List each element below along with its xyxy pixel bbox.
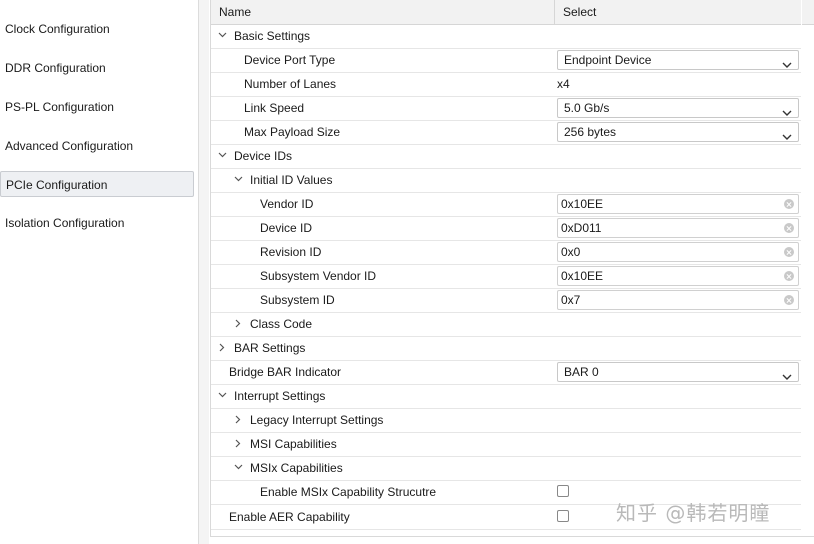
input-value: 0x10EE <box>561 197 604 211</box>
tree-row-class-code[interactable]: Class Code <box>211 312 801 337</box>
row-label: Revision ID <box>260 245 322 259</box>
tree-row-bridge-bar-indicator: Bridge BAR Indicator BAR 0 <box>211 360 801 385</box>
row-label: Subsystem ID <box>260 293 335 307</box>
tree-row-link-speed: Link Speed 5.0 Gb/s <box>211 96 801 121</box>
row-label: Number of Lanes <box>244 77 337 91</box>
row-label: Vendor ID <box>260 197 314 211</box>
row-label: Enable MSIx Capability Strucutre <box>260 485 437 499</box>
chevron-down-icon[interactable] <box>216 144 228 168</box>
row-label: Device IDs <box>234 149 293 163</box>
subsystem-vendor-id-input[interactable]: 0x10EE <box>557 266 799 286</box>
input-value: 0x10EE <box>561 269 604 283</box>
number-of-lanes-value: x4 <box>557 77 570 91</box>
chevron-right-icon[interactable] <box>216 336 228 360</box>
tree-row-subsystem-id: Subsystem ID 0x7 <box>211 288 801 313</box>
tree-row-number-of-lanes: Number of Lanes x4 <box>211 72 801 97</box>
tree-row-device-port-type: Device Port Type Endpoint Device <box>211 48 801 73</box>
tree-row-subsystem-vendor-id: Subsystem Vendor ID 0x10EE <box>211 264 801 289</box>
nav-item-pcie-configuration[interactable]: PCIe Configuration <box>0 171 194 197</box>
tree-row-basic-settings[interactable]: Basic Settings <box>211 24 801 49</box>
nav-item-clock-configuration[interactable]: Clock Configuration <box>0 16 194 42</box>
table-header: Name Select <box>211 0 801 25</box>
row-label: MSI Capabilities <box>250 437 337 451</box>
row-label: Link Speed <box>244 101 305 115</box>
column-header-select[interactable]: Select <box>563 0 596 24</box>
row-label: Interrupt Settings <box>234 389 326 403</box>
chevron-down-icon[interactable] <box>216 384 228 408</box>
device-port-type-select[interactable]: Endpoint Device <box>557 50 799 70</box>
enable-aer-capability-checkbox[interactable] <box>557 510 569 522</box>
chevron-right-icon[interactable] <box>232 432 244 456</box>
tree-row-initial-id-values[interactable]: Initial ID Values <box>211 168 801 193</box>
chevron-down-icon[interactable] <box>216 24 228 48</box>
chevron-right-icon[interactable] <box>232 312 244 336</box>
max-payload-size-select[interactable]: 256 bytes <box>557 122 799 142</box>
clear-icon[interactable] <box>784 223 794 233</box>
link-speed-select[interactable]: 5.0 Gb/s <box>557 98 799 118</box>
row-label: Class Code <box>250 317 313 331</box>
tree-row-msix-capabilities[interactable]: MSIx Capabilities <box>211 456 801 481</box>
tree-row-interrupt-settings[interactable]: Interrupt Settings <box>211 384 801 409</box>
tree-row-revision-id: Revision ID 0x0 <box>211 240 801 265</box>
row-label: Bridge BAR Indicator <box>229 365 342 379</box>
settings-tree-table: Name Select Basic Settings Device Port T… <box>210 0 814 537</box>
row-label: Enable AER Capability <box>229 510 350 524</box>
revision-id-input[interactable]: 0x0 <box>557 242 799 262</box>
select-value: 5.0 Gb/s <box>564 101 610 115</box>
clear-icon[interactable] <box>784 247 794 257</box>
tree-row-legacy-interrupt-settings[interactable]: Legacy Interrupt Settings <box>211 408 801 433</box>
nav-item-ps-pl-configuration[interactable]: PS-PL Configuration <box>0 94 194 120</box>
row-label: Basic Settings <box>234 29 311 43</box>
input-value: 0xD011 <box>561 221 602 235</box>
clear-icon[interactable] <box>784 199 794 209</box>
select-value: 256 bytes <box>564 125 617 139</box>
vendor-id-input[interactable]: 0x10EE <box>557 194 799 214</box>
select-value: Endpoint Device <box>564 53 652 67</box>
nav-item-advanced-configuration[interactable]: Advanced Configuration <box>0 133 194 159</box>
chevron-down-icon[interactable] <box>232 456 244 480</box>
subsystem-id-input[interactable]: 0x7 <box>557 290 799 310</box>
tree-row-max-payload-size: Max Payload Size 256 bytes <box>211 120 801 145</box>
header-corner <box>802 0 814 25</box>
device-id-input[interactable]: 0xD011 <box>557 218 799 238</box>
row-label: Subsystem Vendor ID <box>260 269 377 283</box>
row-label: Device Port Type <box>244 53 336 67</box>
input-value: 0x0 <box>561 245 581 259</box>
chevron-down-icon[interactable] <box>232 168 244 192</box>
tree-row-device-id: Device ID 0xD011 <box>211 216 801 241</box>
chevron-right-icon[interactable] <box>232 408 244 432</box>
row-label: Legacy Interrupt Settings <box>250 413 384 427</box>
row-label: Initial ID Values <box>250 173 333 187</box>
clear-icon[interactable] <box>784 271 794 281</box>
watermark: 知乎 @韩若明瞳 <box>616 501 771 525</box>
column-divider[interactable] <box>554 0 555 24</box>
input-value: 0x7 <box>561 293 581 307</box>
row-label: BAR Settings <box>234 341 306 355</box>
bridge-bar-indicator-select[interactable]: BAR 0 <box>557 362 799 382</box>
tree-row-bar-settings[interactable]: BAR Settings <box>211 336 801 361</box>
clear-icon[interactable] <box>784 295 794 305</box>
row-label: Device ID <box>260 221 313 235</box>
enable-msix-capability-checkbox[interactable] <box>557 485 569 497</box>
nav-item-isolation-configuration[interactable]: Isolation Configuration <box>0 210 194 236</box>
tree-row-msi-capabilities[interactable]: MSI Capabilities <box>211 432 801 457</box>
config-nav: Clock Configuration DDR Configuration PS… <box>0 0 199 544</box>
column-header-name[interactable]: Name <box>219 0 251 24</box>
splitter[interactable] <box>199 0 209 544</box>
select-value: BAR 0 <box>564 365 599 379</box>
row-label: MSIx Capabilities <box>250 461 343 475</box>
tree-row-device-ids[interactable]: Device IDs <box>211 144 801 169</box>
tree-row-vendor-id: Vendor ID 0x10EE <box>211 192 801 217</box>
row-label: Max Payload Size <box>244 125 341 139</box>
nav-item-ddr-configuration[interactable]: DDR Configuration <box>0 55 194 81</box>
